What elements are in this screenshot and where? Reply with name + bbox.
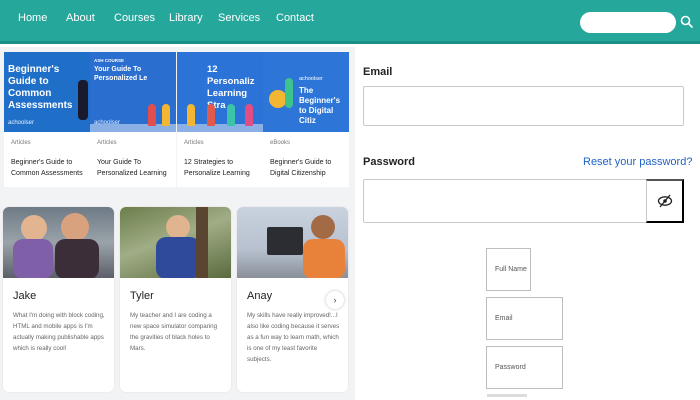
article-type: Articles [184,140,204,146]
top-navigation-bar: Home About Courses Library Services Cont… [0,0,700,44]
illustration-person [227,104,235,126]
student-name: Tyler [130,290,154,302]
email-label: Email [363,66,393,78]
eye-slash-icon [657,194,672,208]
password-label: Password [363,156,415,168]
search-icon[interactable] [680,15,694,29]
article-thumbnail: 12 Personaliz Learning Stra [177,52,263,132]
article-title[interactable]: 12 Strategies to Personalize Learning [184,157,259,179]
nav-link-about[interactable]: About [66,12,95,24]
full-name-field[interactable]: Full Name [486,248,531,291]
thumbnail-brand: achoolser [8,120,35,126]
email-field[interactable] [363,86,684,126]
photo-body [13,239,53,278]
illustration-figure [78,80,88,120]
reset-password-link[interactable]: Reset your password? [583,156,692,168]
photo-body [303,239,345,278]
student-testimonial-card: Tyler My teacher and I are coding a new … [120,207,231,392]
nav-link-courses[interactable]: Courses [114,12,155,24]
article-body: Articles Beginner's Guide to Common Asse… [4,132,90,187]
photo-face [166,215,190,239]
search-input[interactable] [580,12,676,33]
thumbnail-title: Your Guide To Personalized Le [94,66,148,82]
article-thumbnail: achoolser The Beginner's to Digital Citi… [263,52,349,132]
photo-laptop [267,227,303,255]
nav-link-services[interactable]: Services [218,12,260,24]
carousel-next-button[interactable]: › [326,291,344,309]
full-name-placeholder: Full Name [495,266,527,273]
article-type: eBooks [270,140,291,146]
nav-link-home[interactable]: Home [18,12,47,24]
student-photo [3,207,114,278]
toggle-password-visibility-button[interactable] [646,179,684,223]
student-name: Anay [247,290,273,302]
article-title[interactable]: Beginner's Guide to Common Assessments [11,157,86,179]
article-body: Articles 12 Strategies to Personalize Le… [177,132,263,187]
thumbnail-kicker: ASH COURSE [94,58,125,63]
article-body: Articles Your Guide To Personalized Lear… [90,132,176,187]
signup-email-placeholder: Email [495,315,513,322]
thumbnail-title: Beginner's Guide to Common Assessments [8,64,73,111]
photo-face [311,215,335,239]
article-title[interactable]: Beginner's Guide to Digital Citizenship [270,157,345,179]
left-content-panel: Beginner's Guide to Common Assessments a… [0,47,355,400]
illustration-person [162,104,170,126]
photo-body [156,237,200,278]
article-body: eBooks Beginner's Guide to Digital Citiz… [263,132,349,187]
illustration-person [187,104,195,126]
nav-link-library[interactable]: Library [169,12,203,24]
student-photo [237,207,348,278]
article-thumbnail: Beginner's Guide to Common Assessments a… [4,52,90,132]
article-type: Articles [11,140,31,146]
signup-email-field[interactable]: Email [486,297,563,340]
signup-password-placeholder: Password [495,364,526,371]
student-testimonial-card: Jake What I'm doing with block coding, H… [3,207,114,392]
password-field[interactable] [363,179,684,223]
chevron-right-icon: › [333,295,337,305]
nav-link-contact[interactable]: Contact [276,12,314,24]
signup-submit-bar [487,394,527,397]
illustration-person [207,104,215,126]
student-quote: My teacher and I are coding a new space … [130,312,218,352]
photo-face [21,215,47,241]
illustration-person [148,104,156,126]
student-name: Jake [13,290,37,302]
student-photo [120,207,231,278]
article-type: Articles [97,140,117,146]
student-quote: My skills have really improved!...I also… [247,312,340,363]
article-thumbnail: ASH COURSE Your Guide To Personalized Le… [90,52,176,132]
thumbnail-brand: achoolser [299,76,323,82]
illustration-person [245,104,253,126]
photo-tree [196,207,208,278]
student-quote: What I'm doing with block coding, HTML a… [13,312,105,352]
photo-body [55,239,99,278]
illustration-plant [285,78,293,108]
thumbnail-title: The Beginner's to Digital Citiz [299,86,341,125]
article-title[interactable]: Your Guide To Personalized Learning [97,157,172,179]
signup-password-field[interactable]: Password [486,346,563,389]
photo-face [61,213,89,241]
